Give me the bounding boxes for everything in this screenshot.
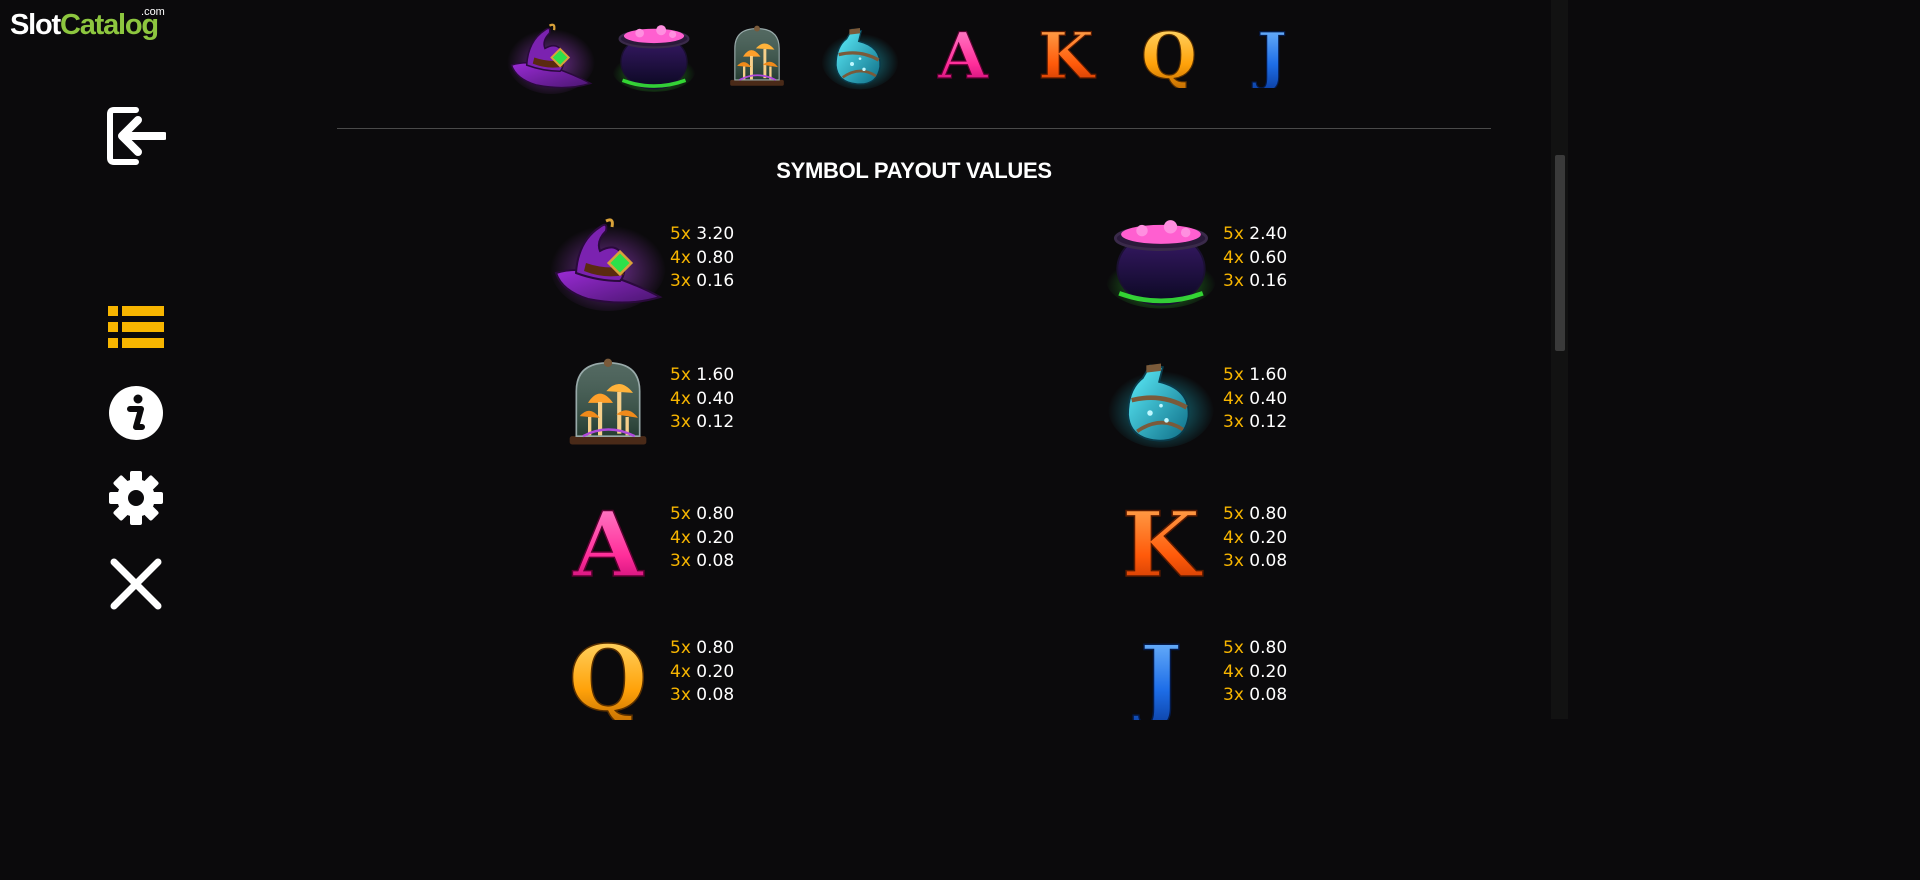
letter-j-icon: J: [1101, 623, 1221, 727]
strip-letter-a: A: [937, 24, 989, 88]
potion-bottle-icon: [1101, 350, 1221, 454]
letter-k-icon: K: [1101, 489, 1221, 593]
payout-letter-k: K: [1122, 496, 1203, 586]
payout-lines: 5x 0.80 4x 0.20 3x 0.08: [1223, 638, 1288, 706]
cauldron-icon: [1101, 209, 1221, 313]
strip-letter-k: K: [1038, 24, 1096, 88]
logo-suffix: .com: [141, 6, 165, 18]
payout-letter-q: Q: [569, 630, 647, 720]
list-icon: [108, 306, 164, 348]
letter-a-icon: A: [548, 489, 668, 593]
witch-hat-icon: [505, 14, 597, 98]
witch-hat-icon: [548, 209, 668, 313]
strip-letter-j: J: [1252, 24, 1287, 88]
strip-letter-q: Q: [1141, 24, 1197, 88]
paytable-button[interactable]: [104, 296, 168, 360]
info-icon: [109, 386, 163, 440]
letter-j-icon: J: [1226, 14, 1318, 98]
symbol-strip: A K Q J: [505, 14, 1315, 98]
mushroom-jar-icon: [548, 350, 668, 454]
close-button[interactable]: [104, 552, 168, 616]
letter-a-icon: A: [917, 14, 1009, 98]
close-icon: [110, 558, 162, 610]
payout-letter-a: A: [572, 496, 644, 586]
payout-lines: 5x 2.40 4x 0.60 3x 0.16: [1223, 224, 1288, 292]
payout-lines: 5x 0.80 4x 0.20 3x 0.08: [1223, 504, 1288, 572]
payout-lines: 5x 0.80 4x 0.20 3x 0.08: [670, 638, 735, 706]
scrollbar-thumb[interactable]: [1555, 155, 1565, 351]
letter-q-icon: Q: [548, 623, 668, 727]
section-divider: [337, 128, 1491, 129]
slotcatalog-logo[interactable]: SlotCatalog .com: [10, 6, 165, 42]
settings-button[interactable]: [104, 466, 168, 530]
vertical-scrollbar[interactable]: [1551, 0, 1568, 719]
payout-letter-j: J: [1133, 630, 1183, 720]
payout-lines: 5x 3.20 4x 0.80 3x 0.16: [670, 224, 735, 292]
gear-icon: [109, 471, 163, 525]
letter-q-icon: Q: [1123, 14, 1215, 98]
info-button[interactable]: [104, 381, 168, 445]
cauldron-icon: [608, 14, 700, 98]
payout-lines: 5x 0.80 4x 0.20 3x 0.08: [670, 504, 735, 572]
payout-lines: 5x 1.60 4x 0.40 3x 0.12: [670, 365, 735, 433]
letter-k-icon: K: [1020, 14, 1112, 98]
mushroom-jar-icon: [711, 14, 803, 98]
potion-bottle-icon: [814, 14, 906, 98]
payout-lines: 5x 1.60 4x 0.40 3x 0.12: [1223, 365, 1288, 433]
logo-part-slot: Slot: [10, 9, 61, 41]
